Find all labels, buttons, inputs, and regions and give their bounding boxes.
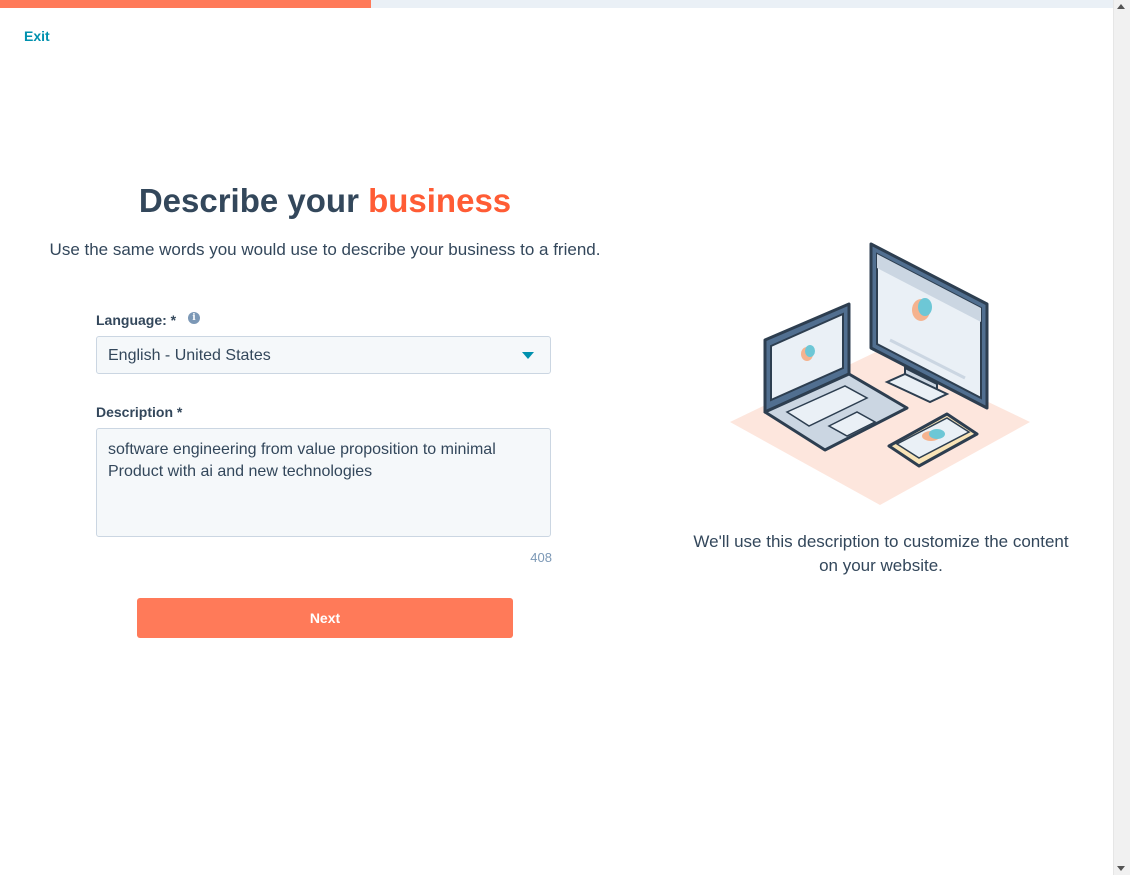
progress-bar — [0, 0, 1113, 8]
page-title: Describe your business — [0, 182, 650, 220]
progress-bar-fill — [0, 0, 371, 8]
info-icon[interactable]: i — [188, 312, 200, 324]
helper-text: We'll use this description to customize … — [693, 532, 1069, 575]
devices-illustration — [730, 242, 1030, 505]
language-label: Language: * — [96, 312, 177, 328]
language-select-value: English - United States — [108, 347, 271, 364]
page-subtitle: Use the same words you would use to desc… — [49, 240, 601, 259]
page-title-text: Describe your — [138, 182, 359, 219]
description-label: Description * — [96, 404, 183, 420]
language-select[interactable]: English - United States — [96, 336, 551, 374]
scrollbar[interactable] — [1113, 0, 1130, 875]
next-button[interactable]: Next — [137, 598, 513, 638]
scroll-up-icon[interactable] — [1117, 4, 1125, 9]
chevron-down-icon — [522, 352, 534, 359]
description-textarea[interactable]: software engineering from value proposit… — [96, 428, 551, 537]
character-count: 408 — [530, 550, 552, 565]
scroll-down-icon[interactable] — [1117, 866, 1125, 871]
exit-link[interactable]: Exit — [24, 28, 50, 44]
page-title-accent: business — [368, 182, 512, 219]
